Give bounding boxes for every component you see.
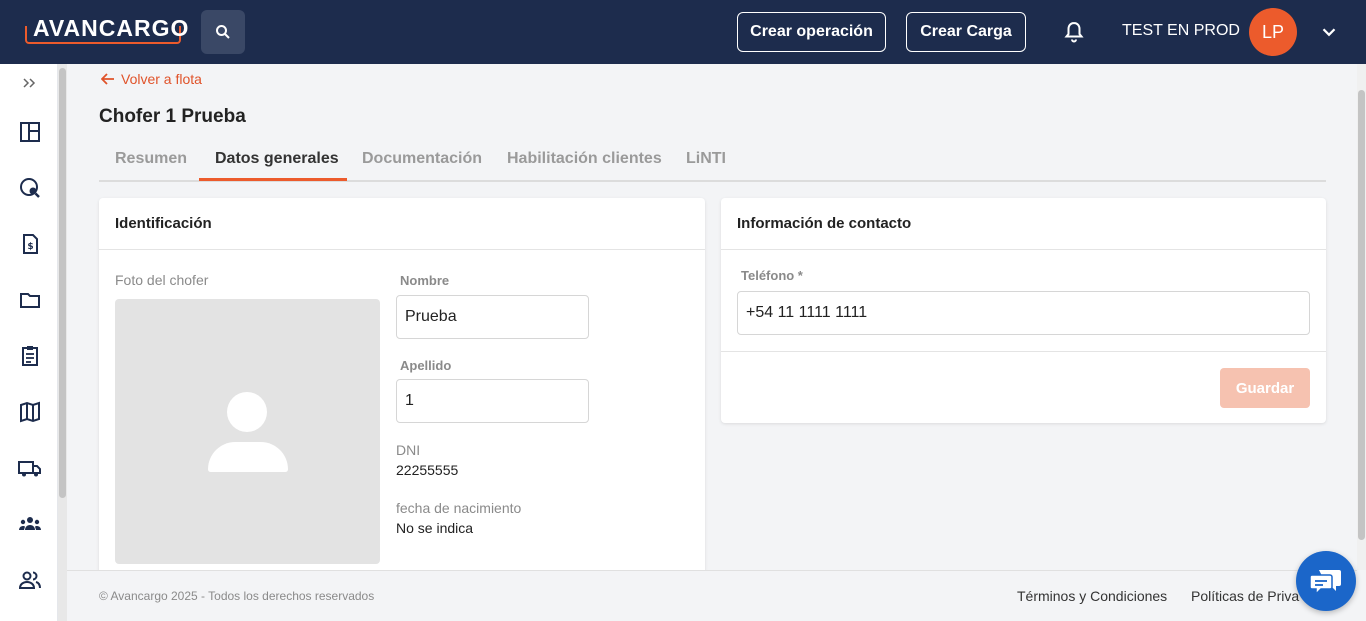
telefono-label: Teléfono * <box>741 268 803 283</box>
clipboard-icon[interactable] <box>18 344 42 368</box>
sidebar <box>0 64 58 621</box>
back-link[interactable]: Volver a flota <box>101 71 202 87</box>
telefono-input[interactable] <box>737 291 1310 335</box>
politicas-link[interactable]: Políticas de Priva <box>1191 588 1299 604</box>
tab-documentacion[interactable]: Documentación <box>362 150 482 168</box>
arrow-left-icon <box>101 73 114 85</box>
truck-icon[interactable] <box>18 456 42 480</box>
logo-text: AVANCARGO <box>33 15 190 41</box>
divider <box>721 351 1326 352</box>
invoice-icon[interactable]: $ <box>18 232 42 256</box>
tab-habilitacion-clientes[interactable]: Habilitación clientes <box>507 150 662 168</box>
svg-text:$: $ <box>27 242 33 252</box>
driver-photo-placeholder[interactable] <box>115 299 380 564</box>
footer: © Avancargo 2025 - Todos los derechos re… <box>67 570 1357 621</box>
map-icon[interactable] <box>18 400 42 424</box>
chat-button[interactable] <box>1296 551 1356 611</box>
guardar-button[interactable]: Guardar <box>1220 368 1310 408</box>
dni-label: DNI <box>396 442 421 458</box>
fecha-nacimiento-value: No se indica <box>396 520 474 536</box>
tab-resumen[interactable]: Resumen <box>115 150 187 168</box>
person-head-icon <box>227 392 267 432</box>
top-bar: AVANCARGO Crear operación Crear Carga TE… <box>0 0 1366 64</box>
contacto-title: Información de contacto <box>721 198 1326 250</box>
users-icon[interactable] <box>18 568 42 592</box>
folder-icon[interactable] <box>18 288 42 312</box>
chat-icon <box>1309 570 1341 596</box>
crear-operacion-button[interactable]: Crear operación <box>737 12 886 52</box>
page-title: Chofer 1 Prueba <box>99 106 246 127</box>
chevron-down-icon[interactable] <box>1318 21 1340 43</box>
apellido-label: Apellido <box>400 358 452 373</box>
apellido-input[interactable] <box>396 379 589 423</box>
sidebar-scrollbar-thumb[interactable] <box>59 68 66 498</box>
dashboard-icon[interactable] <box>18 120 42 144</box>
logo[interactable]: AVANCARGO <box>25 14 188 46</box>
identificacion-card: Identificación Foto del chofer Nombre Ap… <box>99 198 705 578</box>
double-chevron-right-icon[interactable] <box>20 74 38 92</box>
page-scrollbar[interactable] <box>1357 64 1366 570</box>
contacto-card: Información de contacto Teléfono * Guard… <box>721 198 1326 423</box>
group-icon[interactable] <box>18 512 42 536</box>
terminos-link[interactable]: Términos y Condiciones <box>1017 588 1167 604</box>
back-link-label: Volver a flota <box>121 71 202 87</box>
nombre-input[interactable] <box>396 295 589 339</box>
user-name[interactable]: TEST EN PROD <box>1122 22 1240 40</box>
globe-search-icon[interactable] <box>18 176 42 200</box>
nombre-label: Nombre <box>400 273 450 288</box>
crear-carga-button[interactable]: Crear Carga <box>906 12 1026 52</box>
bell-icon[interactable] <box>1062 20 1086 44</box>
fecha-nacimiento-label: fecha de nacimiento <box>396 500 522 516</box>
foto-label: Foto del chofer <box>115 272 209 288</box>
sidebar-scrollbar[interactable] <box>58 64 67 621</box>
search-icon <box>216 25 230 39</box>
tab-linti[interactable]: LiNTI <box>686 150 726 168</box>
tab-bar: Resumen Datos generales Documentación Ha… <box>99 140 1326 182</box>
search-button[interactable] <box>201 10 245 54</box>
page-scrollbar-thumb[interactable] <box>1358 90 1365 540</box>
copyright-text: © Avancargo 2025 - Todos los derechos re… <box>99 589 375 603</box>
active-tab-indicator <box>199 178 347 181</box>
identificacion-title: Identificación <box>99 198 705 250</box>
tab-datos-generales[interactable]: Datos generales <box>215 150 339 168</box>
avatar[interactable]: LP <box>1249 8 1297 56</box>
dni-value: 22255555 <box>396 462 459 478</box>
person-body-icon <box>208 442 288 472</box>
